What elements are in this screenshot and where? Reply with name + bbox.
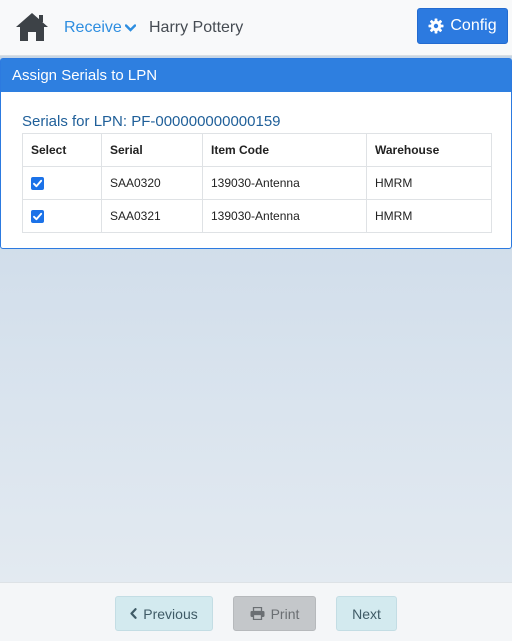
item-code-cell: 139030-Antenna — [202, 166, 367, 200]
row-select-checkbox[interactable] — [31, 177, 44, 191]
previous-button[interactable]: Previous — [115, 596, 213, 631]
warehouse-cell: HMRM — [366, 166, 492, 200]
serial-cell: SAA0320 — [101, 166, 203, 200]
printer-icon — [250, 607, 265, 620]
checkmark-icon — [33, 180, 43, 188]
table-row: SAA0320 139030-Antenna HMRM — [22, 166, 492, 200]
column-header-item-code: Item Code — [202, 133, 367, 167]
panel-title: Assign Serials to LPN — [1, 59, 511, 92]
config-label: Config — [450, 17, 497, 34]
assign-serials-panel: Assign Serials to LPN Serials for LPN: P… — [0, 58, 512, 249]
table-header-row: Select Serial Item Code Warehouse — [22, 133, 492, 167]
home-icon[interactable] — [14, 11, 50, 43]
column-header-select: Select — [22, 133, 102, 167]
gear-icon — [428, 18, 444, 34]
next-button[interactable]: Next — [336, 596, 397, 631]
item-code-cell: 139030-Antenna — [202, 199, 367, 233]
chevron-down-icon — [124, 24, 136, 32]
user-name: Harry Pottery — [149, 19, 244, 36]
config-button[interactable]: Config — [417, 8, 508, 44]
previous-label: Previous — [143, 605, 198, 622]
table-row: SAA0321 139030-Antenna HMRM — [22, 199, 492, 233]
select-cell — [22, 199, 102, 233]
select-cell — [22, 166, 102, 200]
serials-table: Select Serial Item Code Warehouse SAA032… — [22, 133, 492, 233]
receive-menu-label: Receive — [64, 19, 122, 36]
print-button[interactable]: Print — [233, 596, 316, 631]
column-header-warehouse: Warehouse — [366, 133, 492, 167]
lpn-subtitle: Serials for LPN: PF-000000000000159 — [22, 113, 281, 130]
print-label: Print — [270, 605, 300, 622]
serial-cell: SAA0321 — [101, 199, 203, 233]
top-navbar: Receive Harry Pottery Config — [0, 0, 512, 56]
warehouse-cell: HMRM — [366, 199, 492, 233]
column-header-serial: Serial — [101, 133, 203, 167]
next-label: Next — [352, 605, 381, 622]
checkmark-icon — [33, 213, 43, 221]
chevron-left-icon — [130, 608, 137, 619]
row-select-checkbox[interactable] — [31, 210, 44, 224]
receive-menu-dropdown[interactable]: Receive — [64, 19, 136, 37]
footer-bar: Previous Print Next — [0, 582, 512, 641]
